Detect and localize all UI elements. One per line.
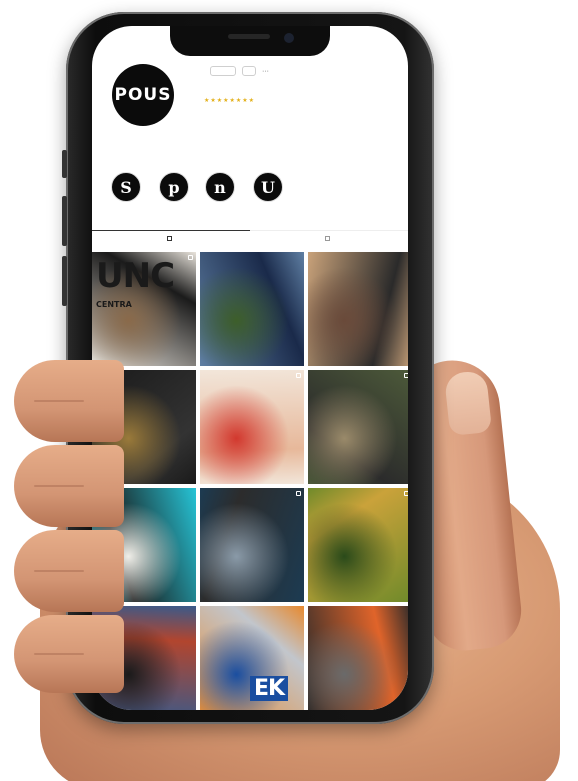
phone-notch	[170, 26, 330, 56]
profile-tabs	[92, 230, 408, 246]
highlight-cover: p	[159, 172, 189, 202]
phone-volume-down	[62, 256, 67, 306]
tile-riders-legs[interactable]	[308, 252, 408, 366]
highlight-cover: S	[111, 172, 141, 202]
highlight-1[interactable]: S	[110, 172, 142, 206]
bio-stars: ★★★★★★★★	[204, 98, 256, 104]
highlight-4[interactable]: U	[252, 172, 284, 206]
tile-fork-brand[interactable]: EK	[200, 606, 304, 710]
tile-poster-cyclist[interactable]: UNC CENTRA	[92, 252, 196, 366]
highlight-cover: U	[253, 172, 283, 202]
phone-volume-up	[62, 196, 67, 246]
finger-middle	[14, 445, 124, 527]
highlight-3[interactable]: n	[204, 172, 236, 206]
tile-poster-text: EK	[250, 676, 289, 701]
profile-topline: ···	[204, 66, 269, 76]
speaker-grille	[228, 34, 270, 39]
tile-poster-text: UNC	[96, 256, 175, 296]
tile-mtb-hill[interactable]	[308, 488, 408, 602]
highlight-2[interactable]: p	[158, 172, 190, 206]
multi-post-icon	[404, 373, 408, 378]
profile-bio: ★★★★★★★★	[204, 98, 404, 105]
avatar-word: POUS	[114, 84, 172, 105]
tab-posts[interactable]	[92, 230, 250, 246]
tile-bikes-crowd[interactable]	[308, 606, 408, 710]
tab-tagged[interactable]	[250, 231, 408, 246]
grid-icon	[167, 236, 172, 241]
multi-post-icon	[296, 491, 301, 496]
phone-screen: POUS ··· ★★★★★★★★ S p n U UNC CENTRA EK	[92, 26, 408, 710]
tile-race-winner[interactable]	[200, 252, 304, 366]
multi-post-icon	[404, 491, 408, 496]
tile-poster-subtext: CENTRA	[96, 300, 132, 309]
multi-post-icon	[296, 373, 301, 378]
follow-button[interactable]	[210, 66, 236, 76]
profile-avatar[interactable]: POUS	[112, 64, 174, 126]
tile-crankset[interactable]	[200, 488, 304, 602]
finger-index	[14, 360, 124, 442]
finger-little	[14, 615, 124, 693]
tag-icon	[325, 236, 330, 241]
multi-post-icon	[188, 255, 193, 260]
front-camera	[284, 33, 294, 43]
finger-ring	[14, 530, 124, 612]
highlight-cover: n	[205, 172, 235, 202]
message-button[interactable]	[242, 66, 256, 76]
tile-hands-paper[interactable]	[200, 370, 304, 484]
tile-gravel-rider[interactable]	[308, 370, 408, 484]
phone-mute-switch	[62, 150, 67, 178]
more-options-icon[interactable]: ···	[262, 68, 269, 75]
